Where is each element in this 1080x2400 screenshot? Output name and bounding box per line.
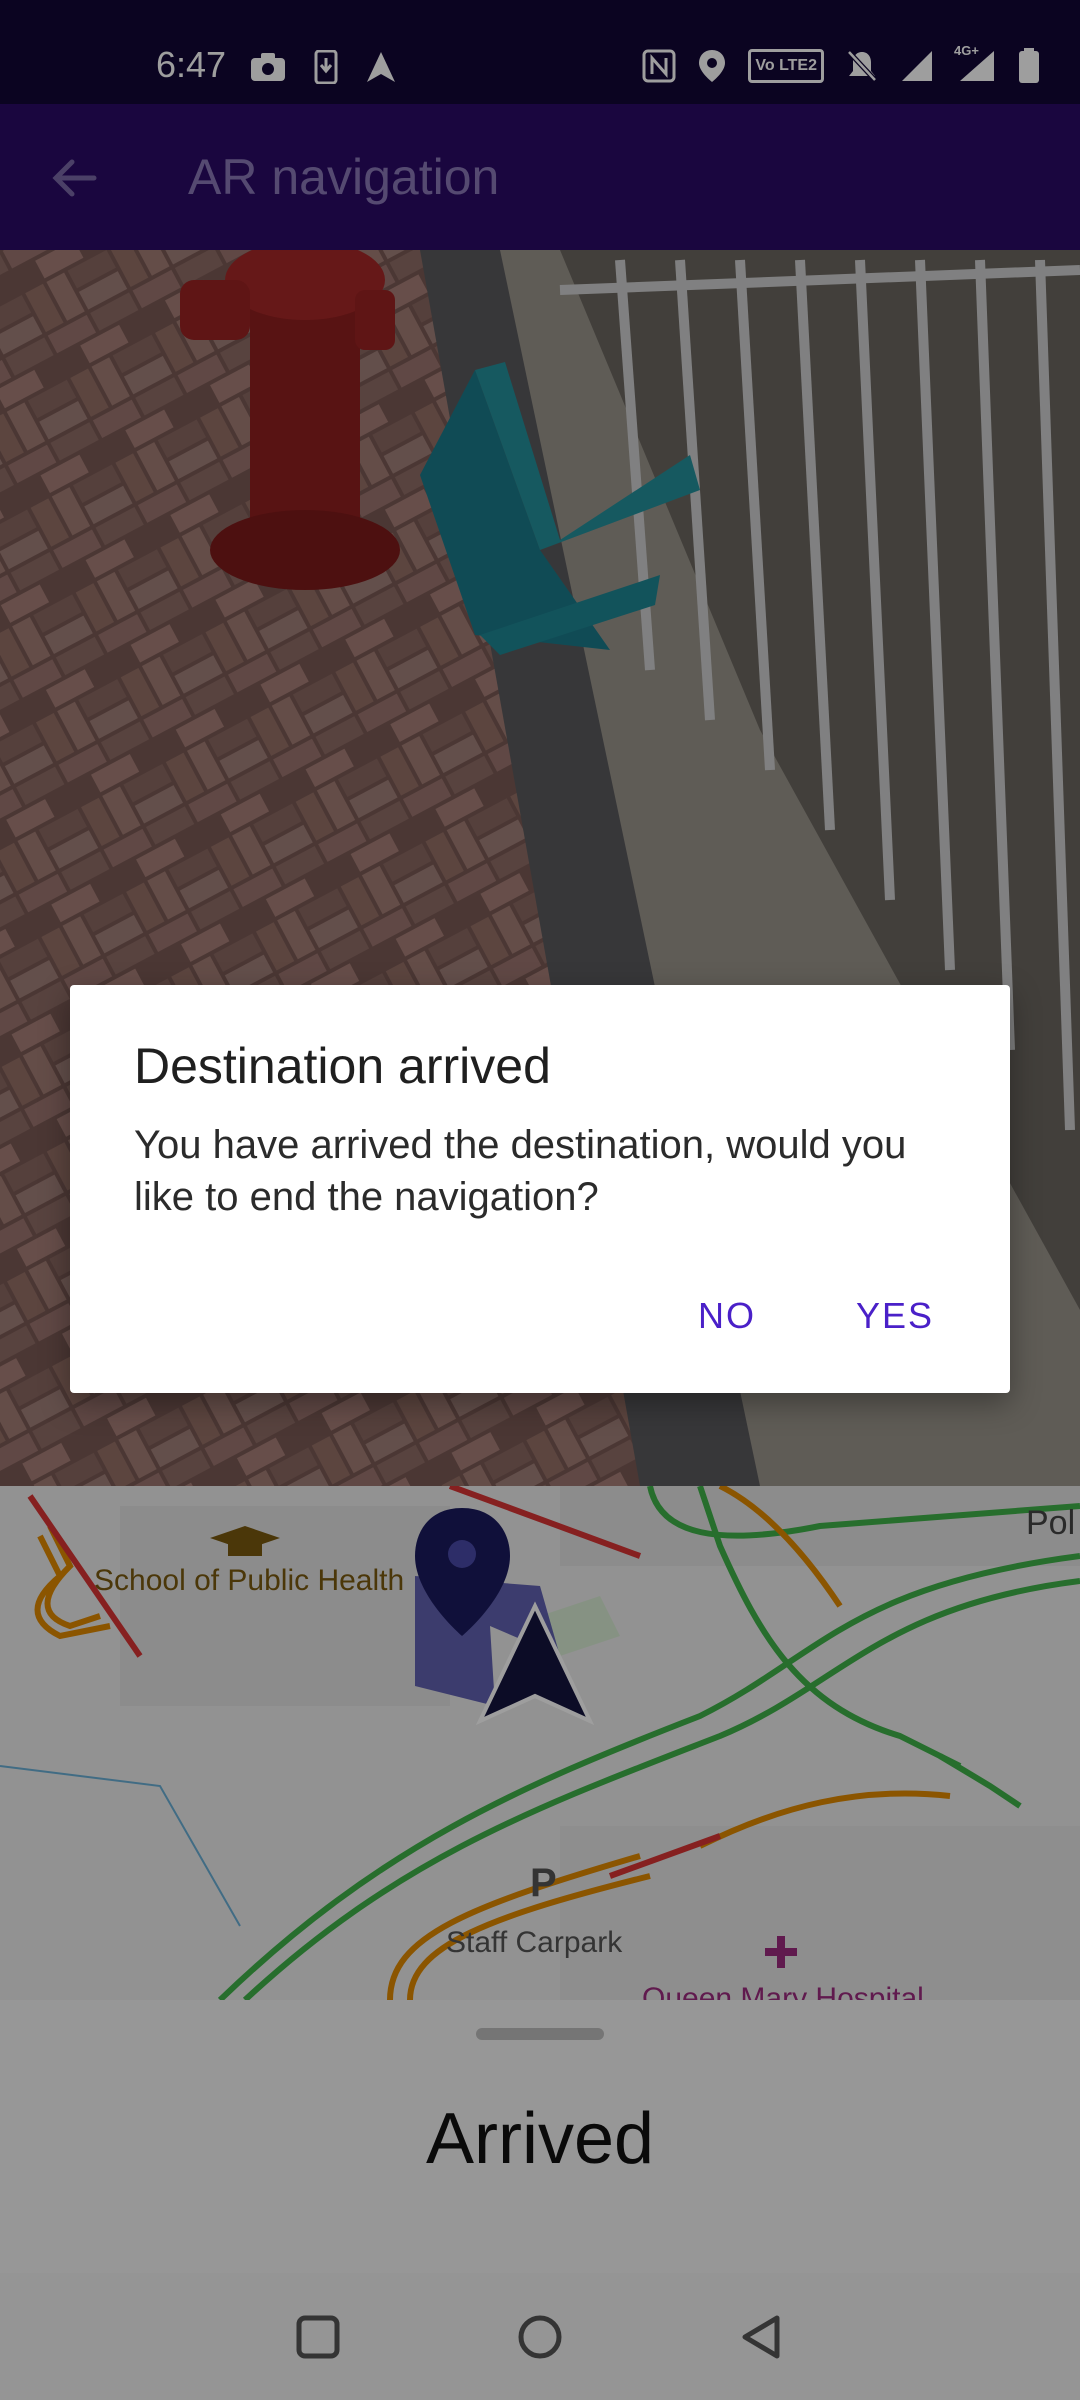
dialog-title: Destination arrived [134,1038,551,1094]
dialog-message: You have arrived the destination, would … [134,1123,907,1219]
no-button[interactable]: NO [682,1285,772,1347]
yes-button[interactable]: YES [840,1285,950,1347]
arrival-dialog: Destination arrived You have arrived the… [70,985,1010,1393]
